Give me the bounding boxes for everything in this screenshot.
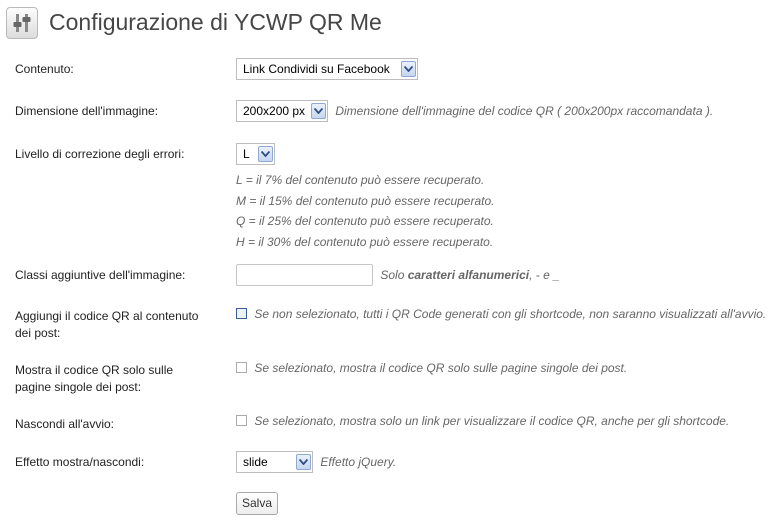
chevron-down-icon: [258, 146, 273, 162]
image-size-label: Dimensione dell'immagine:: [15, 104, 159, 118]
content-label: Contenuto:: [15, 62, 74, 76]
error-note: L = il 7% del contenuto può essere recup…: [236, 173, 485, 187]
image-size-value: 200x200 px: [243, 104, 306, 118]
effect-label: Effetto mostra/nascondi:: [15, 455, 145, 469]
image-size-row: 200x200 px Dimensione dell'immagine del …: [236, 100, 713, 122]
content-select[interactable]: Link Condividi su Facebook: [236, 58, 418, 80]
hide-on-start-row: Se selezionato, mostra solo un link per …: [236, 413, 729, 428]
error-correction-label: Livello di correzione degli errori:: [15, 147, 185, 161]
image-size-select[interactable]: 200x200 px: [236, 100, 328, 122]
error-correction-row: L: [236, 143, 275, 165]
content-select-value: Link Condividi su Facebook: [243, 62, 390, 76]
error-correction-select[interactable]: L: [236, 143, 275, 165]
hide-on-start-description: Se selezionato, mostra solo un link per …: [254, 413, 730, 428]
image-classes-input[interactable]: [236, 264, 373, 286]
image-size-description: Dimensione dell'immagine del codice QR (…: [335, 104, 714, 118]
error-correction-value: L: [243, 147, 250, 161]
add-to-content-description: Se non selezionato, tutti i QR Code gene…: [254, 306, 767, 321]
single-only-row: Se selezionato, mostra il codice QR solo…: [236, 360, 627, 375]
error-note: Q = il 25% del contenuto può essere recu…: [236, 214, 494, 228]
hide-on-start-label: Nascondi all'avvio:: [15, 417, 115, 431]
image-classes-label: Classi aggiuntive dell'immagine:: [15, 268, 186, 282]
image-classes-row: Solo caratteri alfanumerici, - e _: [236, 264, 560, 286]
single-only-checkbox[interactable]: [236, 362, 247, 374]
add-to-content-label: Aggiungi il codice QR al contenuto dei p…: [15, 309, 199, 340]
error-note: M = il 15% del contenuto può essere recu…: [236, 193, 495, 208]
add-to-content-checkbox[interactable]: [236, 308, 247, 320]
effect-description: Effetto jQuery.: [320, 455, 397, 469]
chevron-down-icon: [401, 61, 416, 77]
image-classes-description: Solo caratteri alfanumerici, - e _: [380, 268, 560, 282]
chevron-down-icon: [311, 103, 326, 119]
single-only-label: Mostra il codice QR solo sulle pagine si…: [15, 363, 174, 394]
effect-select[interactable]: slide: [236, 451, 313, 473]
settings-sliders-icon: [6, 7, 38, 39]
error-note: H = il 30% del contenuto può essere recu…: [236, 234, 494, 249]
chevron-down-icon: [296, 454, 311, 470]
effect-row: slide Effetto jQuery.: [236, 451, 396, 473]
error-correction-notes: L = il 7% del contenuto può essere recup…: [236, 170, 495, 252]
save-button[interactable]: Salva: [236, 492, 279, 515]
content-row: Link Condividi su Facebook: [236, 58, 418, 80]
effect-value: slide: [243, 455, 268, 469]
page-title: Configurazione di YCWP QR Me: [49, 9, 382, 35]
add-to-content-row: Se non selezionato, tutti i QR Code gene…: [236, 306, 766, 321]
hide-on-start-checkbox[interactable]: [236, 415, 247, 427]
single-only-description: Se selezionato, mostra il codice QR solo…: [254, 360, 628, 375]
